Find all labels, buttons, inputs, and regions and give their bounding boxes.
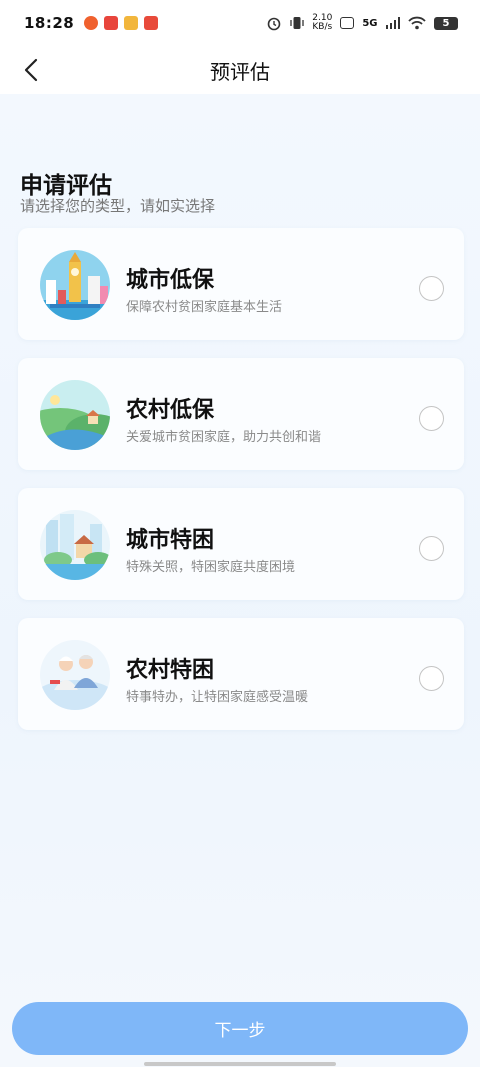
option-radio[interactable] bbox=[419, 666, 444, 691]
status-bar: 18:28 2.10 KB/s 5G 5 bbox=[0, 0, 480, 46]
option-title: 农村特困 bbox=[126, 658, 215, 683]
status-time: 18:28 bbox=[24, 14, 75, 32]
option-description: 关爱城市贫困家庭，助力共创和谐 bbox=[126, 430, 322, 445]
alarm-icon bbox=[267, 17, 281, 31]
app-notification-icon bbox=[144, 16, 159, 30]
chevron-left-icon bbox=[24, 58, 38, 82]
option-description: 保障农村贫困家庭基本生活 bbox=[126, 300, 283, 315]
rural-landscape-illustration bbox=[40, 380, 110, 450]
main-content: 申请评估 请选择您的类型，请如实选择 城市低保 保障农村贫困家庭基本生活 农村低… bbox=[0, 94, 480, 1067]
wifi-icon bbox=[408, 16, 426, 30]
option-radio[interactable] bbox=[419, 276, 444, 301]
option-card-rural-basic[interactable]: 农村低保 关爱城市贫困家庭，助力共创和谐 bbox=[18, 358, 464, 470]
option-card-city-basic[interactable]: 城市低保 保障农村贫困家庭基本生活 bbox=[18, 228, 464, 340]
option-radio[interactable] bbox=[419, 536, 444, 561]
option-card-rural-special[interactable]: 农村特困 特事特办，让特困家庭感受温暖 bbox=[18, 618, 464, 730]
network-type: 5G bbox=[362, 17, 378, 29]
elderly-couple-illustration bbox=[40, 640, 110, 710]
next-step-button[interactable]: 下一步 bbox=[12, 1002, 468, 1055]
option-title: 城市低保 bbox=[126, 268, 215, 293]
network-speed: 2.10 KB/s bbox=[312, 13, 333, 32]
option-description: 特事特办，让特困家庭感受温暖 bbox=[126, 690, 309, 705]
option-title: 城市特困 bbox=[126, 528, 215, 553]
page-title: 预评估 bbox=[210, 59, 270, 84]
section-subtitle: 请选择您的类型，请如实选择 bbox=[20, 197, 216, 215]
app-notification-icon bbox=[104, 16, 119, 30]
option-card-city-special[interactable]: 城市特困 特殊关照，特困家庭共度困境 bbox=[18, 488, 464, 600]
status-app-icons bbox=[84, 16, 159, 30]
option-radio[interactable] bbox=[419, 406, 444, 431]
home-indicator[interactable] bbox=[144, 1062, 336, 1066]
city-house-illustration bbox=[40, 510, 110, 580]
option-description: 特殊关照，特困家庭共度困境 bbox=[126, 560, 296, 575]
nav-bar: 预评估 bbox=[0, 46, 480, 94]
vibrate-icon bbox=[290, 17, 304, 29]
signal-icon bbox=[385, 17, 400, 29]
battery-icon: 5 bbox=[434, 16, 458, 30]
app-notification-icon bbox=[84, 16, 99, 30]
app-notification-icon bbox=[124, 16, 139, 30]
city-clocktower-illustration bbox=[40, 250, 110, 320]
hd-icon bbox=[340, 17, 355, 29]
option-title: 农村低保 bbox=[126, 398, 215, 423]
back-button[interactable] bbox=[18, 54, 48, 86]
status-indicators: 2.10 KB/s 5G 5 bbox=[266, 14, 458, 32]
